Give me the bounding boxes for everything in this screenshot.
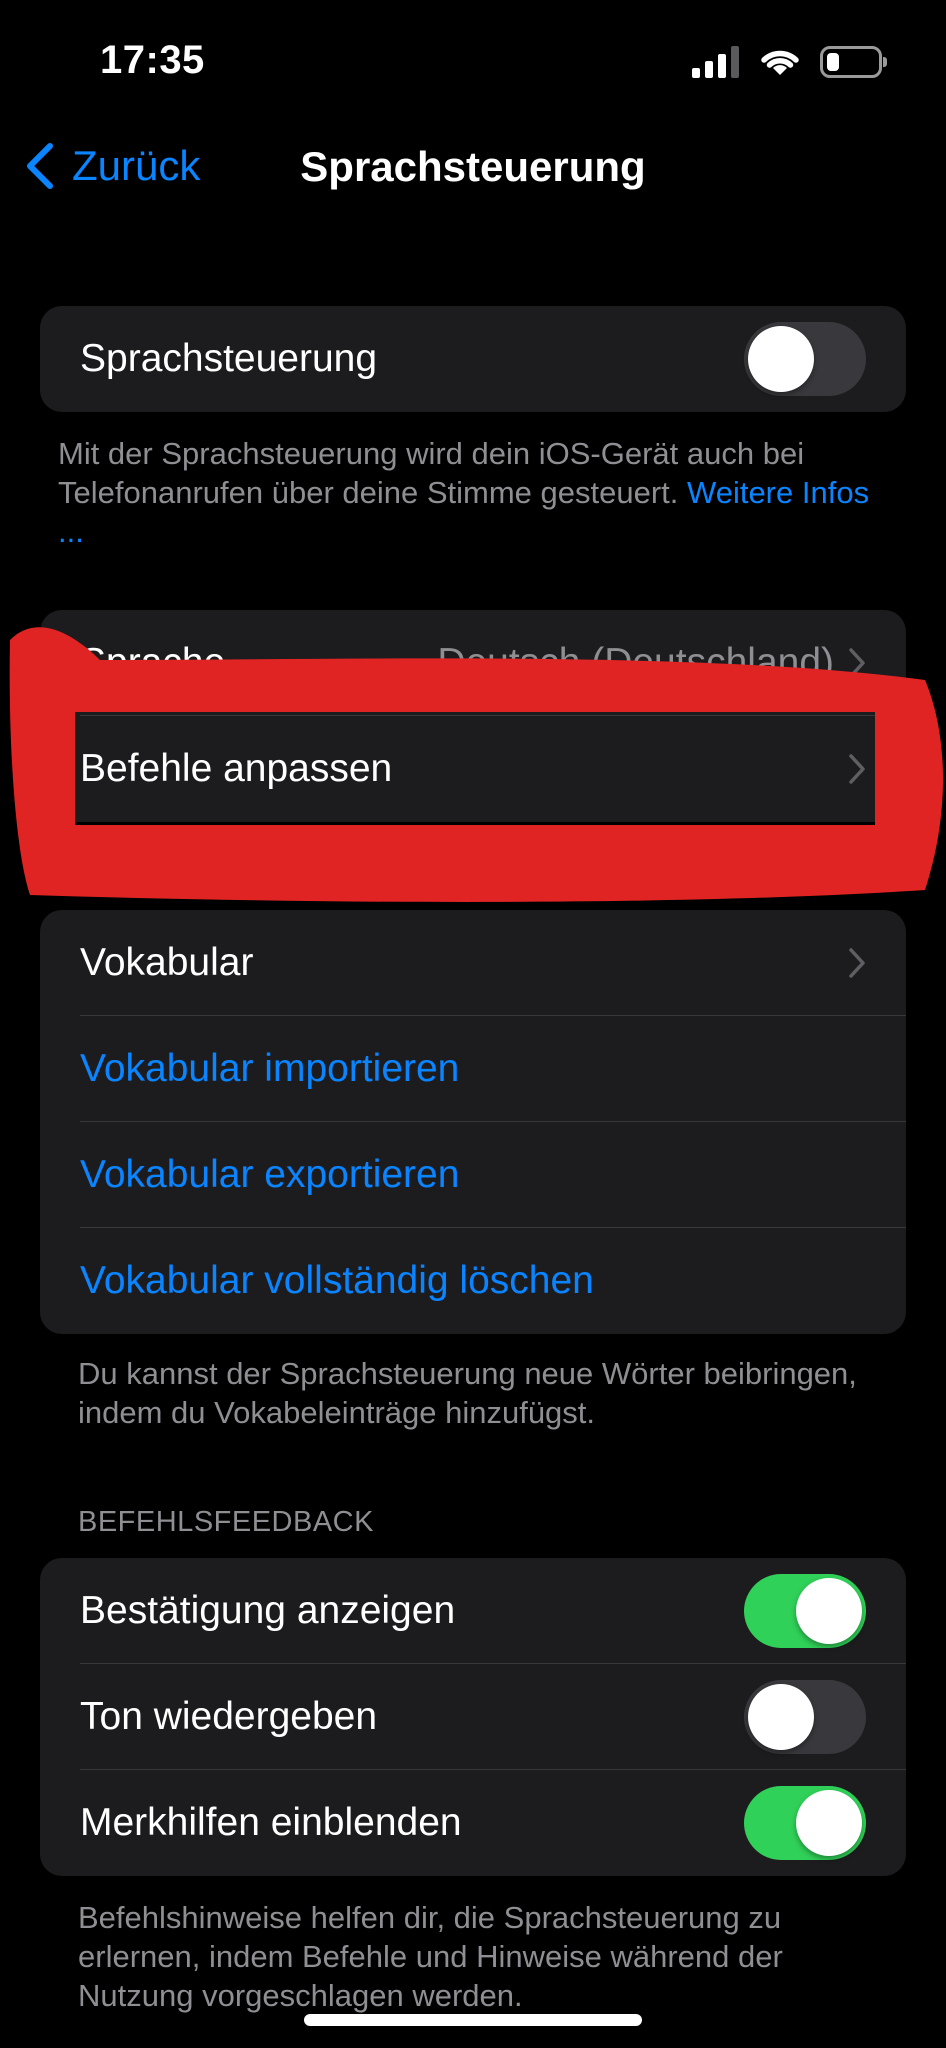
main-footer: Mit der Sprachsteuerung wird dein iOS-Ge… <box>58 434 888 551</box>
sprachsteuerung-label: Sprachsteuerung <box>80 337 378 380</box>
feedback-section-header: BEFEHLSFEEDBACK <box>78 1506 374 1538</box>
show-confirmation-row: Bestätigung anzeigen <box>40 1558 906 1664</box>
play-sound-toggle[interactable] <box>744 1680 866 1754</box>
status-icons <box>692 44 887 80</box>
sprachsteuerung-toggle[interactable] <box>744 322 866 396</box>
delete-vocabulary-label: Vokabular vollständig löschen <box>80 1259 594 1302</box>
show-confirmation-label: Bestätigung anzeigen <box>80 1589 456 1632</box>
battery-fill <box>827 53 839 71</box>
signal-icon <box>692 46 739 78</box>
sprachsteuerung-toggle-row: Sprachsteuerung <box>40 306 906 412</box>
toggle-knob <box>796 1578 862 1644</box>
export-vocabulary-row[interactable]: Vokabular exportieren <box>40 1122 906 1228</box>
page-title-text: Sprachsteuerung <box>300 143 646 190</box>
import-vocabulary-label: Vokabular importieren <box>80 1047 460 1090</box>
play-sound-row: Ton wiedergeben <box>40 1664 906 1770</box>
page-title: Sprachsteuerung <box>0 143 946 191</box>
wifi-icon <box>761 50 799 75</box>
customize-commands-row[interactable]: Befehle anpassen <box>40 716 906 822</box>
import-vocabulary-row[interactable]: Vokabular importieren <box>40 1016 906 1122</box>
vocabulary-footer: Du kannst der Sprachsteuerung neue Wörte… <box>78 1356 857 1430</box>
toggle-knob <box>748 326 814 392</box>
feedback-footer: Befehlshinweise helfen dir, die Sprachst… <box>78 1900 783 2013</box>
main-toggle-group: Sprachsteuerung <box>40 306 906 412</box>
show-hints-row: Merkhilfen einblenden <box>40 1770 906 1876</box>
language-row-label: Sprache <box>80 641 226 684</box>
chevron-right-icon <box>849 948 865 978</box>
language-row[interactable]: Sprache Deutsch (Deutschland) <box>40 610 906 716</box>
vocabulary-label: Vokabular <box>80 941 254 984</box>
toggle-knob <box>796 1790 862 1856</box>
chevron-right-icon <box>849 648 865 678</box>
feedback-group: Bestätigung anzeigen Ton wiedergeben Mer… <box>40 1558 906 1876</box>
language-commands-group: Sprache Deutsch (Deutschland) Befehle an… <box>40 610 906 822</box>
chevron-right-icon <box>849 754 865 784</box>
export-vocabulary-label: Vokabular exportieren <box>80 1153 460 1196</box>
show-hints-toggle[interactable] <box>744 1786 866 1860</box>
show-confirmation-toggle[interactable] <box>744 1574 866 1648</box>
language-row-value: Deutsch (Deutschland) <box>437 641 834 684</box>
toggle-knob <box>748 1684 814 1750</box>
customize-commands-label: Befehle anpassen <box>80 747 393 790</box>
battery-icon <box>820 46 887 78</box>
vocabulary-row[interactable]: Vokabular <box>40 910 906 1016</box>
delete-vocabulary-row[interactable]: Vokabular vollständig löschen <box>40 1228 906 1334</box>
show-hints-label: Merkhilfen einblenden <box>80 1801 462 1844</box>
home-indicator[interactable] <box>304 2014 642 2026</box>
vocabulary-group: Vokabular Vokabular importieren Vokabula… <box>40 910 906 1334</box>
play-sound-label: Ton wiedergeben <box>80 1695 378 1738</box>
status-time: 17:35 <box>100 38 205 82</box>
